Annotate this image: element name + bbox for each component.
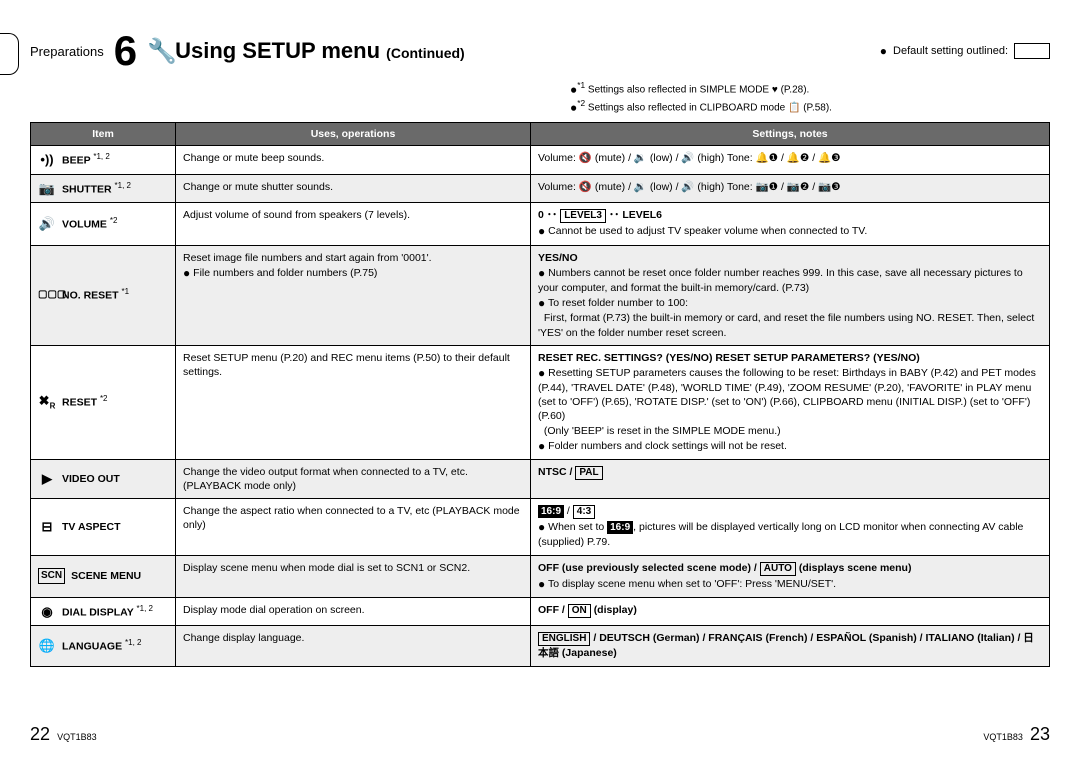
row-noreset: ▢▢▢ NO. RESET *1 Reset image file number… xyxy=(31,245,1050,345)
wrench-icon: 🔧 xyxy=(147,37,165,66)
shutter-icon: 📷 xyxy=(38,180,56,198)
row-volume: 🔊 VOLUME *2 Adjust volume of sound from … xyxy=(31,203,1050,245)
page-title: Using SETUP menu (Continued) xyxy=(175,38,465,64)
videoout-icon: ▶ xyxy=(38,470,56,488)
col-uses: Uses, operations xyxy=(176,123,531,146)
reset-icon: ✖R xyxy=(38,392,56,412)
page-footer: 22 VQT1B83 VQT1B83 23 xyxy=(30,724,1050,745)
row-tvaspect: ⊟ TV ASPECT Change the aspect ratio when… xyxy=(31,499,1050,555)
page-header: Preparations 6 🔧 Using SETUP menu (Conti… xyxy=(30,30,1050,72)
outline-box-icon xyxy=(1014,43,1050,59)
tvaspect-icon: ⊟ xyxy=(38,518,56,536)
col-item: Item xyxy=(31,123,176,146)
top-footnotes: ●*1 Settings also reflected in SIMPLE MO… xyxy=(570,80,1050,116)
row-beep: •)) BEEP *1, 2 Change or mute beep sound… xyxy=(31,146,1050,175)
settings-table: Item Uses, operations Settings, notes •)… xyxy=(30,122,1050,666)
row-shutter: 📷 SHUTTER *1, 2 Change or mute shutter s… xyxy=(31,174,1050,203)
default-setting-note: ● Default setting outlined: xyxy=(880,43,1050,59)
scn-icon: SCN xyxy=(38,568,65,584)
page-number-right: 23 xyxy=(1030,724,1050,744)
row-language: 🌐 LANGUAGE *1, 2 Change display language… xyxy=(31,626,1050,666)
volume-icon: 🔊 xyxy=(38,215,56,233)
noreset-icon: ▢▢▢ xyxy=(38,288,56,302)
table-header-row: Item Uses, operations Settings, notes xyxy=(31,123,1050,146)
row-dial: ◉ DIAL DISPLAY *1, 2 Display mode dial o… xyxy=(31,597,1050,626)
dial-icon: ◉ xyxy=(38,603,56,621)
page: Preparations 6 🔧 Using SETUP menu (Conti… xyxy=(0,0,1080,667)
col-settings: Settings, notes xyxy=(531,123,1050,146)
row-scene: SCN SCENE MENU Display scene menu when m… xyxy=(31,555,1050,597)
row-videoout: ▶ VIDEO OUT Change the video output form… xyxy=(31,459,1050,498)
section-number: 6 xyxy=(114,30,137,72)
preparations-label: Preparations xyxy=(30,44,104,59)
row-reset: ✖R RESET *2 Reset SETUP menu (P.20) and … xyxy=(31,345,1050,459)
language-icon: 🌐 xyxy=(38,637,56,655)
beep-icon: •)) xyxy=(38,151,56,169)
page-number-left: 22 xyxy=(30,724,50,744)
